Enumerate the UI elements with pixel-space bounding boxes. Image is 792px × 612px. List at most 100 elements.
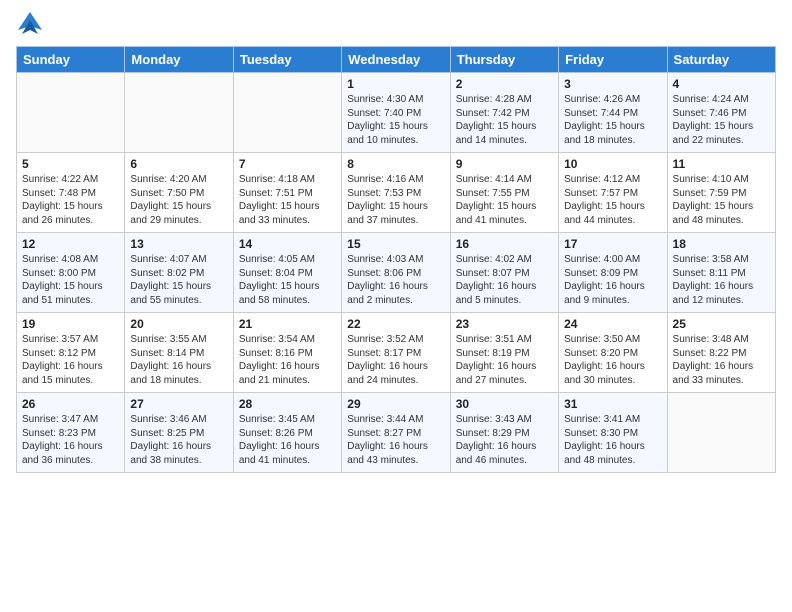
page: SundayMondayTuesdayWednesdayThursdayFrid…	[0, 0, 792, 612]
day-info: Sunrise: 4:05 AMSunset: 8:04 PMDaylight:…	[239, 253, 336, 307]
calendar-cell: 17Sunrise: 4:00 AMSunset: 8:09 PMDayligh…	[559, 233, 667, 313]
day-number: 29	[347, 397, 444, 411]
day-number: 25	[673, 317, 770, 331]
day-info: Sunrise: 4:02 AMSunset: 8:07 PMDaylight:…	[456, 253, 553, 307]
day-number: 3	[564, 77, 661, 91]
calendar-cell: 31 Sunrise: 3:41 AMSunset: 8:30 PMDayligh…	[559, 393, 667, 473]
calendar-cell: 20 Sunrise: 3:55 AMSunset: 8:14 PMDayligh…	[125, 313, 233, 393]
day-number: 20	[130, 317, 227, 331]
calendar-cell: 21 Sunrise: 3:54 AMSunset: 8:16 PMDayligh…	[233, 313, 341, 393]
day-number: 31	[564, 397, 661, 411]
calendar-cell: 3 Sunrise: 4:26 AMSunset: 7:44 PMDaylight…	[559, 73, 667, 153]
calendar-cell: 7Sunrise: 4:18 AMSunset: 7:51 PMDaylight…	[233, 153, 341, 233]
calendar-cell: 8Sunrise: 4:16 AMSunset: 7:53 PMDaylight…	[342, 153, 450, 233]
calendar-cell	[233, 73, 341, 153]
calendar-cell: 11 Sunrise: 4:10 AMSunset: 7:59 PMDayligh…	[667, 153, 775, 233]
calendar-cell: 14 Sunrise: 4:05 AMSunset: 8:04 PMDayligh…	[233, 233, 341, 313]
calendar-cell: 10Sunrise: 4:12 AMSunset: 7:57 PMDayligh…	[559, 153, 667, 233]
weekday-header-saturday: Saturday	[667, 47, 775, 73]
day-number: 7	[239, 157, 336, 171]
calendar-week-row: 12 Sunrise: 4:08 AMSunset: 8:00 PMDayligh…	[17, 233, 776, 313]
day-info: Sunrise: 3:58 AMSunset: 8:11 PMDaylight:…	[673, 253, 770, 307]
day-info: Sunrise: 4:30 AMSunset: 7:40 PMDaylight:…	[347, 93, 444, 147]
day-info: Sunrise: 3:57 AMSunset: 8:12 PMDaylight:…	[22, 333, 119, 387]
day-info: Sunrise: 4:12 AMSunset: 7:57 PMDaylight:…	[564, 173, 661, 227]
day-number: 11	[673, 157, 770, 171]
weekday-header-thursday: Thursday	[450, 47, 558, 73]
calendar-cell: 28 Sunrise: 3:45 AMSunset: 8:26 PMDayligh…	[233, 393, 341, 473]
day-number: 1	[347, 77, 444, 91]
day-info: Sunrise: 3:47 AMSunset: 8:23 PMDaylight:…	[22, 413, 119, 467]
day-number: 5	[22, 157, 119, 171]
day-info: Sunrise: 3:44 AMSunset: 8:27 PMDaylight:…	[347, 413, 444, 467]
day-info: Sunrise: 4:26 AMSunset: 7:44 PMDaylight:…	[564, 93, 661, 147]
calendar-cell: 1 Sunrise: 4:30 AMSunset: 7:40 PMDaylight…	[342, 73, 450, 153]
day-number: 2	[456, 77, 553, 91]
day-number: 9	[456, 157, 553, 171]
day-info: Sunrise: 3:54 AMSunset: 8:16 PMDaylight:…	[239, 333, 336, 387]
calendar-cell: 13Sunrise: 4:07 AMSunset: 8:02 PMDayligh…	[125, 233, 233, 313]
day-info: Sunrise: 3:55 AMSunset: 8:14 PMDaylight:…	[130, 333, 227, 387]
day-number: 27	[130, 397, 227, 411]
day-number: 23	[456, 317, 553, 331]
day-number: 22	[347, 317, 444, 331]
day-number: 15	[347, 237, 444, 251]
calendar-cell: 30 Sunrise: 3:43 AMSunset: 8:29 PMDayligh…	[450, 393, 558, 473]
day-info: Sunrise: 3:46 AMSunset: 8:25 PMDaylight:…	[130, 413, 227, 467]
day-info: Sunrise: 3:50 AMSunset: 8:20 PMDaylight:…	[564, 333, 661, 387]
day-info: Sunrise: 4:14 AMSunset: 7:55 PMDaylight:…	[456, 173, 553, 227]
day-number: 6	[130, 157, 227, 171]
calendar-cell: 25Sunrise: 3:48 AMSunset: 8:22 PMDayligh…	[667, 313, 775, 393]
calendar-week-row: 19 Sunrise: 3:57 AMSunset: 8:12 PMDayligh…	[17, 313, 776, 393]
calendar-cell: 15 Sunrise: 4:03 AMSunset: 8:06 PMDayligh…	[342, 233, 450, 313]
day-info: Sunrise: 3:43 AMSunset: 8:29 PMDaylight:…	[456, 413, 553, 467]
day-info: Sunrise: 4:03 AMSunset: 8:06 PMDaylight:…	[347, 253, 444, 307]
calendar-week-row: 26 Sunrise: 3:47 AMSunset: 8:23 PMDayligh…	[17, 393, 776, 473]
day-number: 19	[22, 317, 119, 331]
day-info: Sunrise: 3:52 AMSunset: 8:17 PMDaylight:…	[347, 333, 444, 387]
day-info: Sunrise: 3:45 AMSunset: 8:26 PMDaylight:…	[239, 413, 336, 467]
day-number: 16	[456, 237, 553, 251]
day-number: 14	[239, 237, 336, 251]
calendar-cell: 23 Sunrise: 3:51 AMSunset: 8:19 PMDayligh…	[450, 313, 558, 393]
day-number: 26	[22, 397, 119, 411]
calendar-week-row: 1 Sunrise: 4:30 AMSunset: 7:40 PMDaylight…	[17, 73, 776, 153]
day-info: Sunrise: 4:08 AMSunset: 8:00 PMDaylight:…	[22, 253, 119, 307]
day-info: Sunrise: 4:22 AMSunset: 7:48 PMDaylight:…	[22, 173, 119, 227]
calendar-cell: 19 Sunrise: 3:57 AMSunset: 8:12 PMDayligh…	[17, 313, 125, 393]
header	[16, 10, 776, 38]
calendar-cell: 4Sunrise: 4:24 AMSunset: 7:46 PMDaylight…	[667, 73, 775, 153]
day-info: Sunrise: 4:10 AMSunset: 7:59 PMDaylight:…	[673, 173, 770, 227]
day-number: 28	[239, 397, 336, 411]
day-number: 12	[22, 237, 119, 251]
calendar-week-row: 5 Sunrise: 4:22 AMSunset: 7:48 PMDaylight…	[17, 153, 776, 233]
logo-icon	[16, 10, 44, 38]
calendar-cell: 2 Sunrise: 4:28 AMSunset: 7:42 PMDaylight…	[450, 73, 558, 153]
logo	[16, 10, 48, 38]
day-info: Sunrise: 4:20 AMSunset: 7:50 PMDaylight:…	[130, 173, 227, 227]
day-number: 17	[564, 237, 661, 251]
day-number: 30	[456, 397, 553, 411]
calendar-cell	[667, 393, 775, 473]
calendar-cell	[17, 73, 125, 153]
calendar-cell	[125, 73, 233, 153]
calendar-cell: 29 Sunrise: 3:44 AMSunset: 8:27 PMDayligh…	[342, 393, 450, 473]
calendar-cell: 18Sunrise: 3:58 AMSunset: 8:11 PMDayligh…	[667, 233, 775, 313]
calendar-cell: 12 Sunrise: 4:08 AMSunset: 8:00 PMDayligh…	[17, 233, 125, 313]
day-number: 13	[130, 237, 227, 251]
day-info: Sunrise: 4:28 AMSunset: 7:42 PMDaylight:…	[456, 93, 553, 147]
calendar-cell: 5 Sunrise: 4:22 AMSunset: 7:48 PMDaylight…	[17, 153, 125, 233]
weekday-header-sunday: Sunday	[17, 47, 125, 73]
weekday-header-friday: Friday	[559, 47, 667, 73]
calendar-cell: 24 Sunrise: 3:50 AMSunset: 8:20 PMDayligh…	[559, 313, 667, 393]
day-number: 24	[564, 317, 661, 331]
weekday-header-row: SundayMondayTuesdayWednesdayThursdayFrid…	[17, 47, 776, 73]
day-info: Sunrise: 3:41 AMSunset: 8:30 PMDaylight:…	[564, 413, 661, 467]
day-number: 21	[239, 317, 336, 331]
day-info: Sunrise: 3:51 AMSunset: 8:19 PMDaylight:…	[456, 333, 553, 387]
weekday-header-wednesday: Wednesday	[342, 47, 450, 73]
calendar-cell: 16 Sunrise: 4:02 AMSunset: 8:07 PMDayligh…	[450, 233, 558, 313]
calendar-table: SundayMondayTuesdayWednesdayThursdayFrid…	[16, 46, 776, 473]
calendar-cell: 27 Sunrise: 3:46 AMSunset: 8:25 PMDayligh…	[125, 393, 233, 473]
day-number: 4	[673, 77, 770, 91]
